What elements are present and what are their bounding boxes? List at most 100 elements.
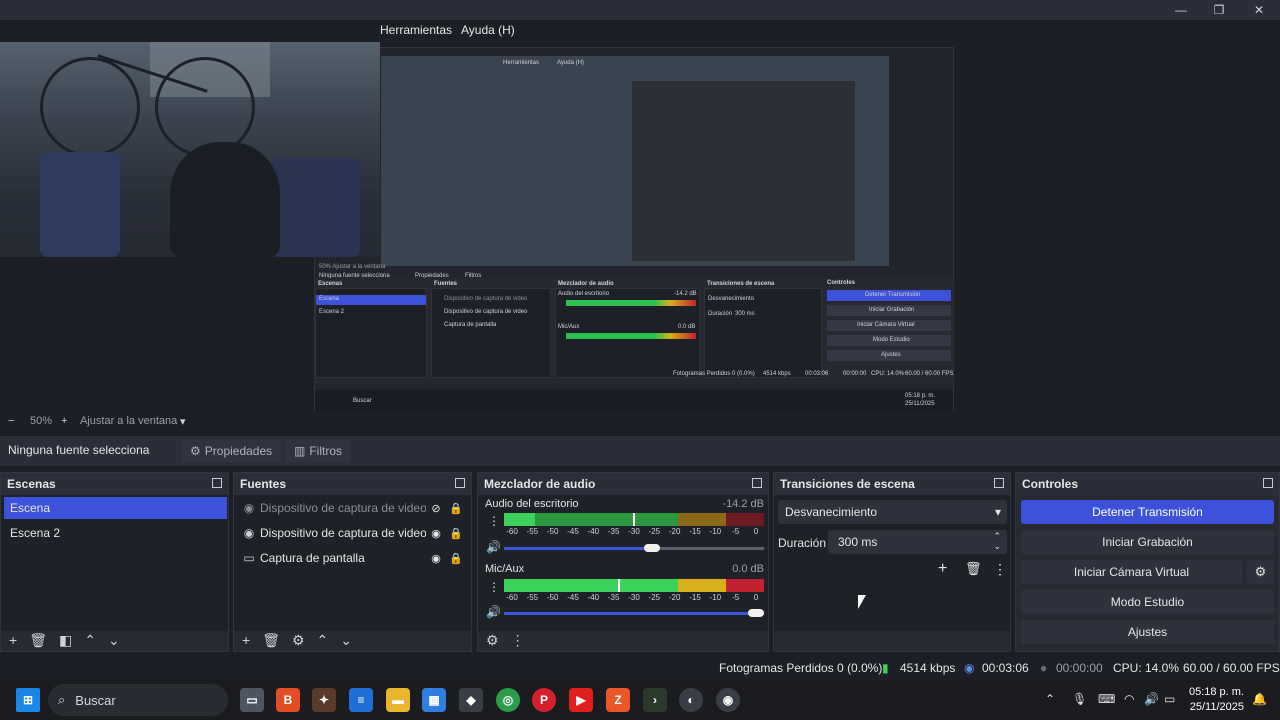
brave-icon[interactable]: B xyxy=(276,688,300,712)
task-view-icon[interactable]: ▭ xyxy=(240,688,264,712)
speaker-icon[interactable]: 🔊 xyxy=(486,540,501,554)
channel-menu-icon[interactable]: ⋮ xyxy=(488,514,500,528)
close-button[interactable]: ✕ xyxy=(1240,0,1278,20)
lock-icon[interactable]: 🔒 xyxy=(446,527,466,540)
fit-dropdown-icon[interactable]: ▾ xyxy=(180,415,186,428)
virtual-camera-settings-icon[interactable]: ⚙ xyxy=(1247,560,1274,584)
settings-button[interactable]: Ajustes xyxy=(1021,620,1274,644)
undock-icon[interactable] xyxy=(752,478,762,488)
transition-menu-icon[interactable]: ⋮ xyxy=(993,561,1007,578)
taskbar-search[interactable]: ⌕ Buscar xyxy=(48,684,228,716)
add-transition-icon[interactable]: + xyxy=(938,560,947,578)
zoom-out-button[interactable]: − xyxy=(8,415,14,427)
chevron-up-icon[interactable]: ⌃ xyxy=(1045,692,1055,706)
menu-help[interactable]: Ayuda (H) xyxy=(461,23,515,37)
game-icon[interactable]: ✦ xyxy=(312,688,336,712)
filter-icon: ▥ xyxy=(294,444,306,458)
mic-aux-volume-slider[interactable] xyxy=(504,609,764,617)
fit-to-window[interactable]: Ajustar a la ventana xyxy=(80,415,177,427)
pinterest-icon[interactable]: P xyxy=(532,688,556,712)
start-virtual-camera-button[interactable]: Iniciar Cámara Virtual xyxy=(1021,560,1242,584)
duration-label: Duración xyxy=(778,536,827,550)
meter-scale-label: -15 xyxy=(689,527,701,536)
meter-scale-label: -40 xyxy=(587,527,600,536)
notifications-icon[interactable]: 🔔 xyxy=(1252,692,1267,706)
nested-transitions-title: Transiciones de escena xyxy=(707,281,775,287)
zoom-in-button[interactable]: + xyxy=(61,415,67,427)
obs-icon[interactable]: ◉ xyxy=(716,688,740,712)
add-scene-icon[interactable]: + xyxy=(9,632,17,648)
spin-down-icon[interactable]: ⌄ xyxy=(993,541,1001,552)
move-up-icon[interactable]: ⌃ xyxy=(84,632,96,649)
scene-item-escena-2[interactable]: Escena 2 xyxy=(4,522,227,544)
lock-icon[interactable]: 🔒 xyxy=(446,502,466,515)
lock-icon[interactable]: 🔒 xyxy=(446,552,466,565)
terminal-icon[interactable]: › xyxy=(643,688,667,712)
maximize-button[interactable]: ❐ xyxy=(1200,0,1238,20)
minimize-button[interactable]: — xyxy=(1162,0,1200,20)
meter-scale-label: -55 xyxy=(526,593,539,602)
start-recording-button[interactable]: Iniciar Grabación xyxy=(1021,530,1274,554)
source-item-capture[interactable]: ◉ Dispositivo de captura de video ◉ 🔒 xyxy=(238,522,466,544)
menu-tools[interactable]: Herramientas xyxy=(380,23,452,37)
store-icon[interactable]: ▦ xyxy=(422,688,446,712)
eye-icon[interactable]: ◉ xyxy=(426,527,446,540)
slider-knob[interactable] xyxy=(748,609,764,617)
properties-button[interactable]: ⚙ Propiedades xyxy=(182,440,281,462)
taskbar-clock[interactable]: 05:18 p. m. 25/11/2025 xyxy=(1186,685,1244,715)
studio-mode-button[interactable]: Modo Estudio xyxy=(1021,590,1274,614)
add-source-icon[interactable]: + xyxy=(242,632,250,648)
preview-scrollbar[interactable] xyxy=(1266,42,1280,412)
speaker-icon[interactable]: 🔊 xyxy=(486,605,501,619)
duration-spinbox[interactable]: 300 ms ⌃ ⌄ xyxy=(828,530,1007,554)
undock-icon[interactable] xyxy=(212,478,222,488)
scene-item-escena[interactable]: Escena xyxy=(4,497,227,519)
undock-icon[interactable] xyxy=(1263,478,1273,488)
slider-knob[interactable] xyxy=(644,544,660,552)
status-bar: Fotogramas Perdidos 0 (0.0%) ▮ 4514 kbps… xyxy=(0,656,1280,680)
preview-canvas[interactable]: Herramientas Ayuda (H) 50% Ajustar a la … xyxy=(0,42,1280,413)
capcut-icon[interactable]: ◐ xyxy=(679,688,703,712)
wifi-icon[interactable]: ◠ xyxy=(1124,692,1134,706)
desktop-audio-volume-slider[interactable] xyxy=(504,544,764,552)
move-up-icon[interactable]: ⌃ xyxy=(317,632,329,649)
meter-scale-label: -30 xyxy=(628,593,640,602)
filters-button[interactable]: ▥ Filtros xyxy=(286,440,351,462)
volume-icon[interactable]: 🔊 xyxy=(1144,692,1159,706)
move-down-icon[interactable]: ⌄ xyxy=(340,632,352,649)
nested-clock-time: 05:18 p. m. xyxy=(905,393,936,399)
remove-transition-icon[interactable]: 🗑 xyxy=(965,561,982,577)
mixer-menu-icon[interactable]: ⋮ xyxy=(511,632,525,649)
nested-menu-tools: Herramientas xyxy=(503,60,540,66)
record-icon: ● xyxy=(1040,661,1048,675)
mic-aux-db: 0.0 dB xyxy=(732,563,764,575)
stop-stream-button[interactable]: Detener Transmisión xyxy=(1021,500,1274,524)
source-item-capture-2[interactable]: ◉ Dispositivo de captura de video 2 ⊘ 🔒 xyxy=(238,497,466,519)
eye-hidden-icon[interactable]: ⊘ xyxy=(426,502,446,515)
file-explorer-icon[interactable]: ▬ xyxy=(386,688,410,712)
scene-filters-icon[interactable]: ◧ xyxy=(59,632,72,649)
move-down-icon[interactable]: ⌄ xyxy=(108,632,120,649)
undock-icon[interactable] xyxy=(455,478,465,488)
chrome-icon[interactable]: ◎ xyxy=(496,688,520,712)
transition-select[interactable]: Desvanecimiento ▾ xyxy=(778,500,1007,524)
remove-scene-icon[interactable]: 🗑 xyxy=(29,632,47,649)
properties-label: Propiedades xyxy=(204,444,273,458)
advanced-audio-icon[interactable]: ⚙ xyxy=(486,632,499,649)
windows-start-icon[interactable]: ⊞ xyxy=(16,688,40,712)
undock-icon[interactable] xyxy=(994,478,1004,488)
app-icon[interactable]: ◆ xyxy=(459,688,483,712)
nested-transitions: Transiciones de escena Desvanecimiento D… xyxy=(704,281,822,378)
eye-icon[interactable]: ◉ xyxy=(426,552,446,565)
channel-menu-icon[interactable]: ⋮ xyxy=(488,580,500,594)
youtube-icon[interactable]: ▶ xyxy=(569,688,593,712)
source-item-screen[interactable]: ▭ Captura de pantalla ◉ 🔒 xyxy=(238,547,466,569)
remove-source-icon[interactable]: 🗑 xyxy=(262,632,280,649)
clock-time: 05:18 p. m. xyxy=(1188,686,1244,698)
microphone-icon[interactable]: 🎙 xyxy=(1072,692,1087,706)
battery-icon[interactable]: ▭ xyxy=(1164,692,1175,706)
zoom-app-icon[interactable]: Z xyxy=(606,688,630,712)
keyboard-icon[interactable]: ⌨ xyxy=(1098,692,1115,706)
editor-icon[interactable]: ≡ xyxy=(349,688,373,712)
source-settings-icon[interactable]: ⚙ xyxy=(292,632,305,649)
